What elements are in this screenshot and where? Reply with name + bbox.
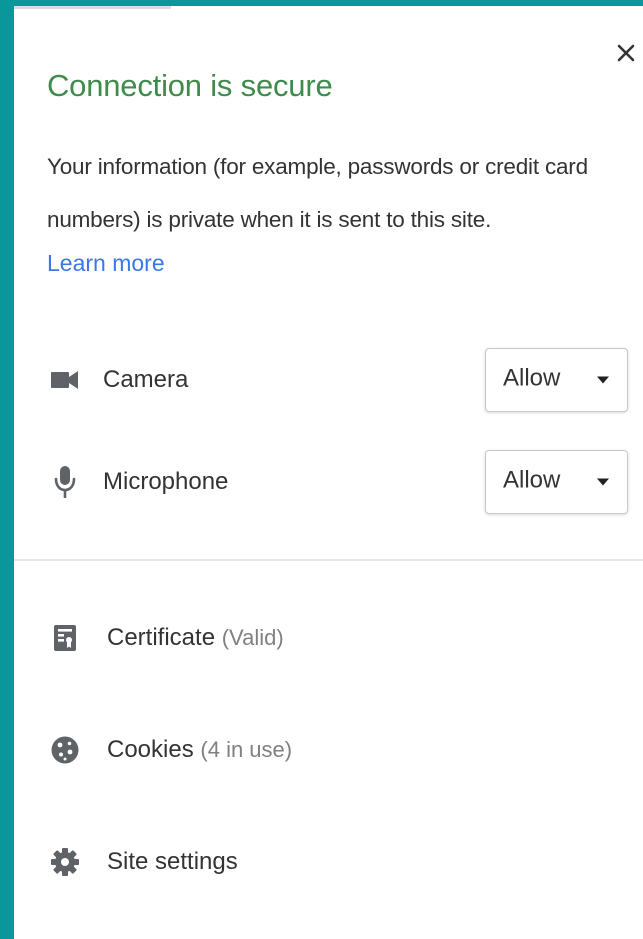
close-icon — [617, 44, 635, 62]
camera-permission-select[interactable]: Allow — [485, 348, 628, 412]
cookies-row[interactable]: Cookies (4 in use) — [14, 722, 643, 778]
certificate-row[interactable]: Certificate (Valid) — [14, 610, 643, 666]
certificate-status: (Valid) — [221, 625, 284, 650]
cookie-icon — [50, 734, 80, 766]
permission-label-microphone: Microphone — [103, 468, 229, 495]
camera-permission-value: Allow — [503, 364, 561, 392]
microphone-permission-value: Allow — [503, 466, 561, 494]
camera-icon — [50, 363, 80, 397]
learn-more-link[interactable]: Learn more — [47, 250, 165, 277]
permission-label-camera: Camera — [103, 366, 189, 393]
page-title: Connection is secure — [47, 68, 333, 103]
site-settings-label: Site settings — [107, 848, 238, 875]
cookies-label: Cookies (4 in use) — [107, 736, 293, 763]
microphone-icon — [50, 465, 80, 499]
chevron-down-icon — [597, 376, 609, 384]
cookies-count: (4 in use) — [200, 737, 293, 762]
tab-indicator — [14, 6, 171, 9]
site-info-panel: Connection is secure Your information (f… — [14, 6, 643, 939]
close-button[interactable] — [613, 40, 639, 66]
permission-row-microphone: Microphone Allow — [14, 447, 643, 517]
microphone-permission-select[interactable]: Allow — [485, 450, 628, 514]
certificate-label: Certificate (Valid) — [107, 624, 284, 651]
permission-row-camera: Camera Allow — [14, 345, 643, 415]
gear-icon — [50, 846, 80, 878]
section-divider — [14, 559, 643, 561]
site-settings-row[interactable]: Site settings — [14, 834, 643, 890]
certificate-icon — [50, 622, 80, 654]
security-description: Your information (for example, passwords… — [47, 154, 588, 232]
chevron-down-icon — [597, 478, 609, 486]
